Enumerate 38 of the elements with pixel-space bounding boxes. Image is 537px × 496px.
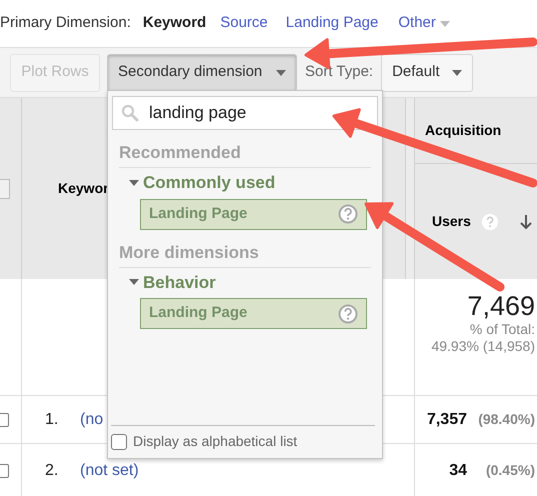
column-group-header: Acquisition <box>425 121 502 140</box>
row-value-link[interactable]: (no <box>80 408 104 432</box>
sort-type-label: Sort Type: <box>305 62 374 82</box>
checkbox[interactable] <box>111 434 127 450</box>
checkbox[interactable] <box>0 178 10 198</box>
primary-dimension-label: Primary Dimension: <box>0 13 131 34</box>
row-number: 2. <box>45 460 60 480</box>
group-toggle[interactable]: Behavior <box>129 270 378 295</box>
row-value-link[interactable]: (not set) <box>80 458 139 482</box>
caret-icon <box>276 70 286 76</box>
group-toggle[interactable]: Commonly used <box>129 170 378 196</box>
caret-icon <box>452 70 462 76</box>
column-header: Keywor <box>58 179 109 198</box>
column-header: Users <box>432 212 471 231</box>
row-number: 1. <box>45 410 60 430</box>
section-heading: More dimensions <box>119 242 259 262</box>
section-heading: Recommended <box>119 143 241 162</box>
sort-type-dropdown[interactable]: Default <box>381 54 474 92</box>
caret-icon <box>440 20 450 26</box>
total-share: 49.93% (14,958) <box>431 338 535 355</box>
caret-icon <box>129 180 139 186</box>
search-icon <box>121 104 139 122</box>
dimension-link[interactable]: Source <box>220 12 268 35</box>
dimension-link[interactable]: Keyword <box>142 12 206 35</box>
dimension-link[interactable]: Landing Page <box>286 12 378 35</box>
search-field[interactable]: landing page <box>112 96 378 130</box>
secondary-dimension-dropdown[interactable]: Secondary dimension <box>107 54 297 92</box>
users-percent: (98.40%) <box>477 410 535 429</box>
dimension-menu[interactable]: Other <box>398 12 450 35</box>
users-value: 34 <box>449 460 467 480</box>
help-icon[interactable] <box>338 204 358 224</box>
total-value: 7,469 <box>467 291 535 321</box>
help-icon[interactable] <box>338 304 358 324</box>
users-percent: (0.45%) <box>484 461 535 480</box>
sort-arrow-icon[interactable] <box>518 214 533 230</box>
checkbox-label: Display as alphabetical list <box>133 432 298 451</box>
total-share-label: % of Total: <box>470 321 535 338</box>
users-value: 7,357 <box>426 410 467 430</box>
